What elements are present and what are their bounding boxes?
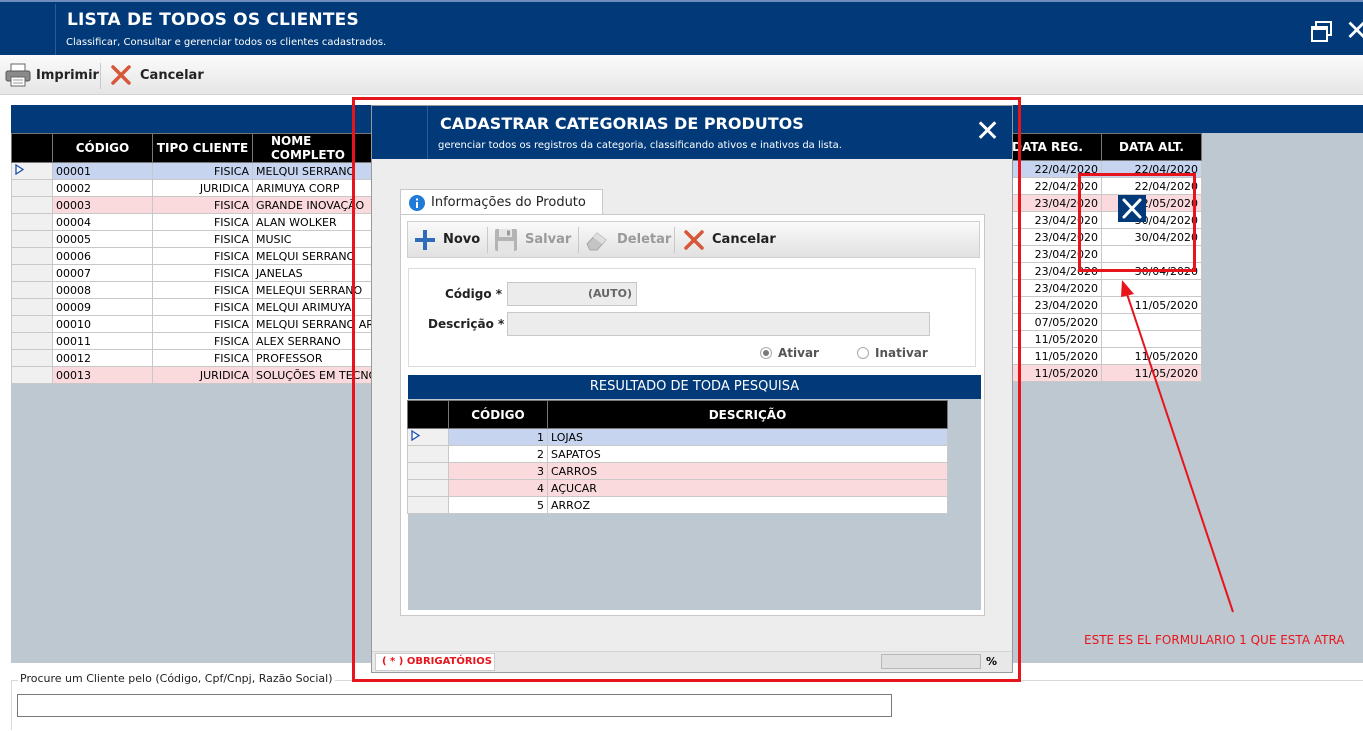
row-header[interactable] [11, 349, 53, 367]
annotation-text: ESTE ES EL FORMULARIO 1 QUE ESTA ATRA [1084, 633, 1345, 647]
cell-codigo: 00005 [52, 230, 153, 248]
window-title: LISTA DE TODOS OS CLIENTES [67, 10, 359, 30]
print-label: Imprimir [36, 67, 99, 83]
row-header[interactable] [11, 366, 53, 384]
table-row[interactable]: 00009 FISICA MELQUI ARIMUYA [11, 298, 388, 316]
cell-tipo: FISICA [152, 230, 253, 248]
cell-tipo: FISICA [152, 162, 253, 180]
cell-tipo: FISICA [152, 247, 253, 265]
col-tipo-cliente[interactable]: TIPO CLIENTE [152, 133, 253, 163]
logo-box [0, 4, 56, 57]
row-header[interactable] [11, 332, 53, 350]
table-row[interactable]: 00007 FISICA JANELAS [11, 264, 388, 282]
cell-codigo: 00004 [52, 213, 153, 231]
col-data-alt[interactable]: DATA ALT. [1101, 133, 1202, 161]
row-header[interactable] [11, 315, 53, 333]
row-header[interactable] [11, 179, 53, 197]
cell-tipo: FISICA [152, 298, 253, 316]
cancel-x-icon [110, 64, 132, 86]
table-row[interactable]: 00013 JURIDICA SOLUÇÕES EM TECNOL [11, 366, 388, 384]
window-header: LISTA DE TODOS OS CLIENTES Classificar, … [0, 0, 1363, 57]
table-row[interactable]: 00011 FISICA ALEX SERRANO [11, 332, 388, 350]
table-row[interactable]: 00010 FISICA MELQUI SERRANO ARI [11, 315, 388, 333]
main-toolbar: Imprimir Cancelar [0, 55, 1363, 95]
table-row[interactable]: 00002 JURIDICA ARIMUYA CORP [11, 179, 388, 197]
cancel-label: Cancelar [140, 67, 204, 83]
cell-codigo: 00006 [52, 247, 153, 265]
cell-tipo: JURIDICA [152, 179, 253, 197]
cell-tipo: FISICA [152, 196, 253, 214]
col-codigo[interactable]: CÓDIGO [52, 133, 153, 163]
row-pointer-icon [15, 163, 25, 176]
cell-codigo: 00008 [52, 281, 153, 299]
search-label: Procure um Cliente pelo (Código, Cpf/Cnp… [18, 672, 335, 685]
cell-codigo: 00007 [52, 264, 153, 282]
table-row[interactable]: 00012 FISICA PROFESSOR [11, 349, 388, 367]
cell-codigo: 00002 [52, 179, 153, 197]
row-header[interactable] [11, 264, 53, 282]
toolbar-divider [100, 63, 101, 89]
cell-tipo: FISICA [152, 264, 253, 282]
cell-codigo: 00012 [52, 349, 153, 367]
row-header[interactable] [11, 281, 53, 299]
cell-tipo: FISICA [152, 213, 253, 231]
cancel-button[interactable]: Cancelar [110, 55, 204, 95]
cell-tipo: FISICA [152, 315, 253, 333]
cell-tipo: JURIDICA [152, 366, 253, 384]
cell-codigo: 00003 [52, 196, 153, 214]
cell-codigo: 00011 [52, 332, 153, 350]
row-header-corner [11, 133, 53, 163]
search-input[interactable] [17, 694, 892, 717]
table-row[interactable]: 00001 FISICA MELQUI SERRANO [11, 162, 388, 180]
cell-tipo: FISICA [152, 349, 253, 367]
row-header[interactable] [11, 162, 53, 180]
cell-tipo: FISICA [152, 332, 253, 350]
cell-codigo: 00010 [52, 315, 153, 333]
background-close-icon[interactable] [1118, 195, 1146, 222]
row-header[interactable] [11, 196, 53, 214]
restore-window-icon[interactable] [1311, 21, 1333, 43]
cell-codigo: 00013 [52, 366, 153, 384]
row-header[interactable] [11, 298, 53, 316]
cell-codigo: 00001 [52, 162, 153, 180]
print-button[interactable]: Imprimir [4, 55, 99, 95]
printer-icon [4, 62, 32, 88]
cell-tipo: FISICA [152, 281, 253, 299]
table-row[interactable]: 00008 FISICA MELEQUI SERRANO [11, 281, 388, 299]
table-row[interactable]: 00003 FISICA GRANDE INOVAÇÃO [11, 196, 388, 214]
row-header[interactable] [11, 247, 53, 265]
cell-codigo: 00009 [52, 298, 153, 316]
table-row[interactable]: 00005 FISICA MUSIC [11, 230, 388, 248]
row-header[interactable] [11, 213, 53, 231]
clients-table: CÓDIGO TIPO CLIENTE NOME COMPLETO 00001 F… [11, 133, 388, 384]
clients-date-header-row: DATA REG. DATA ALT. [1001, 133, 1202, 161]
window-subtitle: Classificar, Consultar e gerenciar todos… [66, 37, 387, 48]
annotation-arrow [1121, 280, 1234, 613]
annotation-box-small [1078, 173, 1196, 272]
close-window-icon[interactable]: ✕ [1345, 17, 1363, 45]
table-row[interactable]: 00006 FISICA MELQUI SERRANO [11, 247, 388, 265]
table-row[interactable]: 00004 FISICA ALAN WOLKER [11, 213, 388, 231]
clients-header-row: CÓDIGO TIPO CLIENTE NOME COMPLETO [11, 133, 388, 163]
row-header[interactable] [11, 230, 53, 248]
annotation-box-dialog [352, 97, 1021, 682]
